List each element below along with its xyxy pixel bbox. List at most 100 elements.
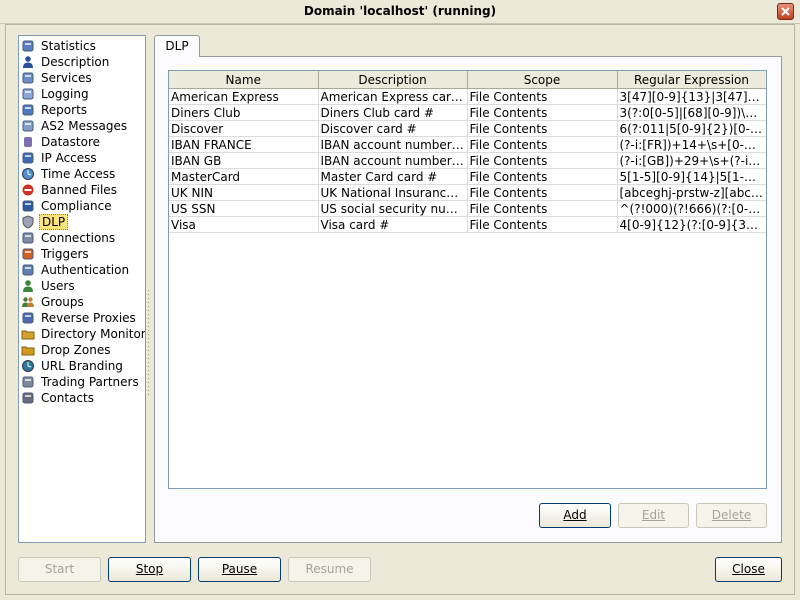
close-button-label: Close: [732, 562, 765, 576]
splitter-handle[interactable]: [147, 290, 150, 410]
cell-scope[interactable]: File Contents: [467, 136, 618, 153]
sidebar-item-groups[interactable]: Groups: [19, 294, 145, 310]
cell-name[interactable]: American Express: [169, 88, 319, 105]
delete-button[interactable]: Delete: [696, 503, 767, 528]
cell-name[interactable]: Diners Club: [169, 104, 319, 121]
globe-icon: [22, 360, 34, 372]
sidebar-item-contacts[interactable]: Contacts: [19, 390, 145, 406]
cell-scope[interactable]: File Contents: [467, 168, 618, 185]
sidebar-item-ip-access[interactable]: IP Access: [19, 150, 145, 166]
close-button[interactable]: Close: [715, 557, 782, 582]
cell-scope[interactable]: File Contents: [467, 88, 618, 105]
cell-scope[interactable]: File Contents: [467, 184, 618, 201]
cell-regular-expression[interactable]: 5[1-5][0-9]{14}|5[1-5]\d{2}...: [617, 168, 766, 185]
cell-regular-expression[interactable]: (?-i:[FR])+14+\s+[0-9]{4}...: [617, 136, 766, 153]
cell-description[interactable]: IBAN account numbers f...: [318, 152, 468, 169]
tab-dlp[interactable]: DLP: [154, 35, 200, 57]
resume-button-label: Resume: [305, 562, 354, 576]
cell-regular-expression[interactable]: [abceghj-prstw-z][abcegh...: [617, 184, 766, 201]
as2-messages-icon: [22, 120, 34, 132]
cell-regular-expression[interactable]: 4[0-9]{12}(?:[0-9]{3})?|4\d...: [617, 216, 766, 233]
table-row[interactable]: American Express American Express card # F…: [169, 88, 766, 105]
cell-description[interactable]: IBAN account numbers f...: [318, 136, 468, 153]
pause-button-label: Pause: [221, 562, 258, 576]
cell-name[interactable]: Visa: [169, 216, 319, 233]
sidebar-item-label: Compliance: [41, 199, 112, 213]
sidebar-item-description[interactable]: Description: [19, 54, 145, 70]
cell-regular-expression[interactable]: 6(?:011|5[0-9]{2})[0-9]{12}: [617, 120, 766, 137]
sidebar-item-banned-files[interactable]: Banned Files: [19, 182, 145, 198]
stop-button[interactable]: Stop: [108, 557, 191, 582]
cell-name[interactable]: US SSN: [169, 200, 319, 217]
table-row[interactable]: Discover Discover card # File Contents 6(?:…: [169, 120, 766, 137]
sidebar-item-triggers[interactable]: Triggers: [19, 246, 145, 262]
sidebar-item-label: Users: [41, 279, 75, 293]
sidebar-item-statistics[interactable]: Statistics: [19, 38, 145, 54]
cell-name[interactable]: MasterCard: [169, 168, 319, 185]
cell-description[interactable]: US social security numb...: [318, 200, 468, 217]
cell-name[interactable]: IBAN FRANCE: [169, 136, 319, 153]
table-row[interactable]: MasterCard Master Card card # File Content…: [169, 168, 766, 185]
shield-icon: [22, 215, 34, 229]
sidebar-item-datastore[interactable]: Datastore: [19, 134, 145, 150]
start-button[interactable]: Start: [18, 557, 101, 582]
sidebar-item-compliance[interactable]: Compliance: [19, 198, 145, 214]
sidebar-item-reports[interactable]: Reports: [19, 102, 145, 118]
table-row[interactable]: IBAN FRANCE IBAN account numbers f... File…: [169, 136, 766, 153]
sidebar-item-dlp[interactable]: DLP: [19, 214, 145, 230]
sidebar-item-services[interactable]: Services: [19, 70, 145, 86]
table-row[interactable]: IBAN GB IBAN account numbers f... File Con…: [169, 152, 766, 169]
column-header-regular-expression[interactable]: Regular Expression: [617, 71, 766, 89]
cell-description[interactable]: UK National Insurance n...: [318, 184, 468, 201]
sidebar-item-time-access[interactable]: Time Access: [19, 166, 145, 182]
cell-name[interactable]: IBAN GB: [169, 152, 319, 169]
column-header-description[interactable]: Description: [318, 71, 468, 89]
cell-scope[interactable]: File Contents: [467, 120, 618, 137]
sidebar-item-label: Groups: [41, 295, 84, 309]
sidebar-item-reverse-proxies[interactable]: Reverse Proxies: [19, 310, 145, 326]
cell-scope[interactable]: File Contents: [467, 200, 618, 217]
sidebar-item-label: Contacts: [41, 391, 94, 405]
cell-regular-expression[interactable]: 3[47][0-9]{13}|3[47]\d{2}[ ...: [617, 88, 766, 105]
sidebar-item-url-branding[interactable]: URL Branding: [19, 358, 145, 374]
cell-description[interactable]: American Express card #: [318, 88, 468, 105]
cell-scope[interactable]: File Contents: [467, 216, 618, 233]
cell-description[interactable]: Master Card card #: [318, 168, 468, 185]
sidebar-item-users[interactable]: Users: [19, 278, 145, 294]
cell-scope[interactable]: File Contents: [467, 152, 618, 169]
sidebar-item-label: Directory Monitors: [41, 327, 146, 341]
add-button[interactable]: Add: [539, 503, 611, 528]
cell-description[interactable]: Visa card #: [318, 216, 468, 233]
sidebar-item-trading-partners[interactable]: Trading Partners: [19, 374, 145, 390]
cell-name[interactable]: UK NIN: [169, 184, 319, 201]
sidebar-item-authentication[interactable]: Authentication: [19, 262, 145, 278]
table-row[interactable]: Visa Visa card # File Contents 4[0-9]{12}(?…: [169, 216, 766, 233]
cell-description[interactable]: Diners Club card #: [318, 104, 468, 121]
sidebar-item-directory-monitors[interactable]: Directory Monitors: [19, 326, 145, 342]
table-row[interactable]: Diners Club Diners Club card # File Conten…: [169, 104, 766, 121]
cell-regular-expression[interactable]: ^(?!000)(?!666)(?:[0-6]\d{...: [617, 200, 766, 217]
table-row[interactable]: US SSN US social security numb... File Con…: [169, 200, 766, 217]
cell-scope[interactable]: File Contents: [467, 104, 618, 121]
sidebar-item-logging[interactable]: Logging: [19, 86, 145, 102]
sidebar-item-label: Drop Zones: [41, 343, 111, 357]
datastore-icon: [24, 137, 32, 147]
pause-button[interactable]: Pause: [198, 557, 281, 582]
cell-name[interactable]: Discover: [169, 120, 319, 137]
table-row[interactable]: UK NIN UK National Insurance n... File Con…: [169, 184, 766, 201]
person-icon: [23, 56, 33, 68]
sidebar-item-as2-messages[interactable]: AS2 Messages: [19, 118, 145, 134]
cell-regular-expression[interactable]: (?-i:[GB])+29+\s+(?-i:[A-Z...: [617, 152, 766, 169]
resume-button[interactable]: Resume: [288, 557, 371, 582]
column-header-scope[interactable]: Scope: [467, 71, 618, 89]
sidebar-item-drop-zones[interactable]: Drop Zones: [19, 342, 145, 358]
edit-button[interactable]: Edit: [618, 503, 689, 528]
sidebar-item-connections[interactable]: Connections: [19, 230, 145, 246]
cell-description[interactable]: Discover card #: [318, 120, 468, 137]
column-header-name[interactable]: Name: [169, 71, 319, 89]
ip-access-icon: [22, 152, 34, 164]
sidebar-item-label: Services: [41, 71, 92, 85]
cell-regular-expression[interactable]: 3(?:0[0-5]|[68][0-9])\d[ -]*\...: [617, 104, 766, 121]
triggers-icon: [22, 248, 34, 260]
window-close-button[interactable]: [777, 3, 794, 20]
